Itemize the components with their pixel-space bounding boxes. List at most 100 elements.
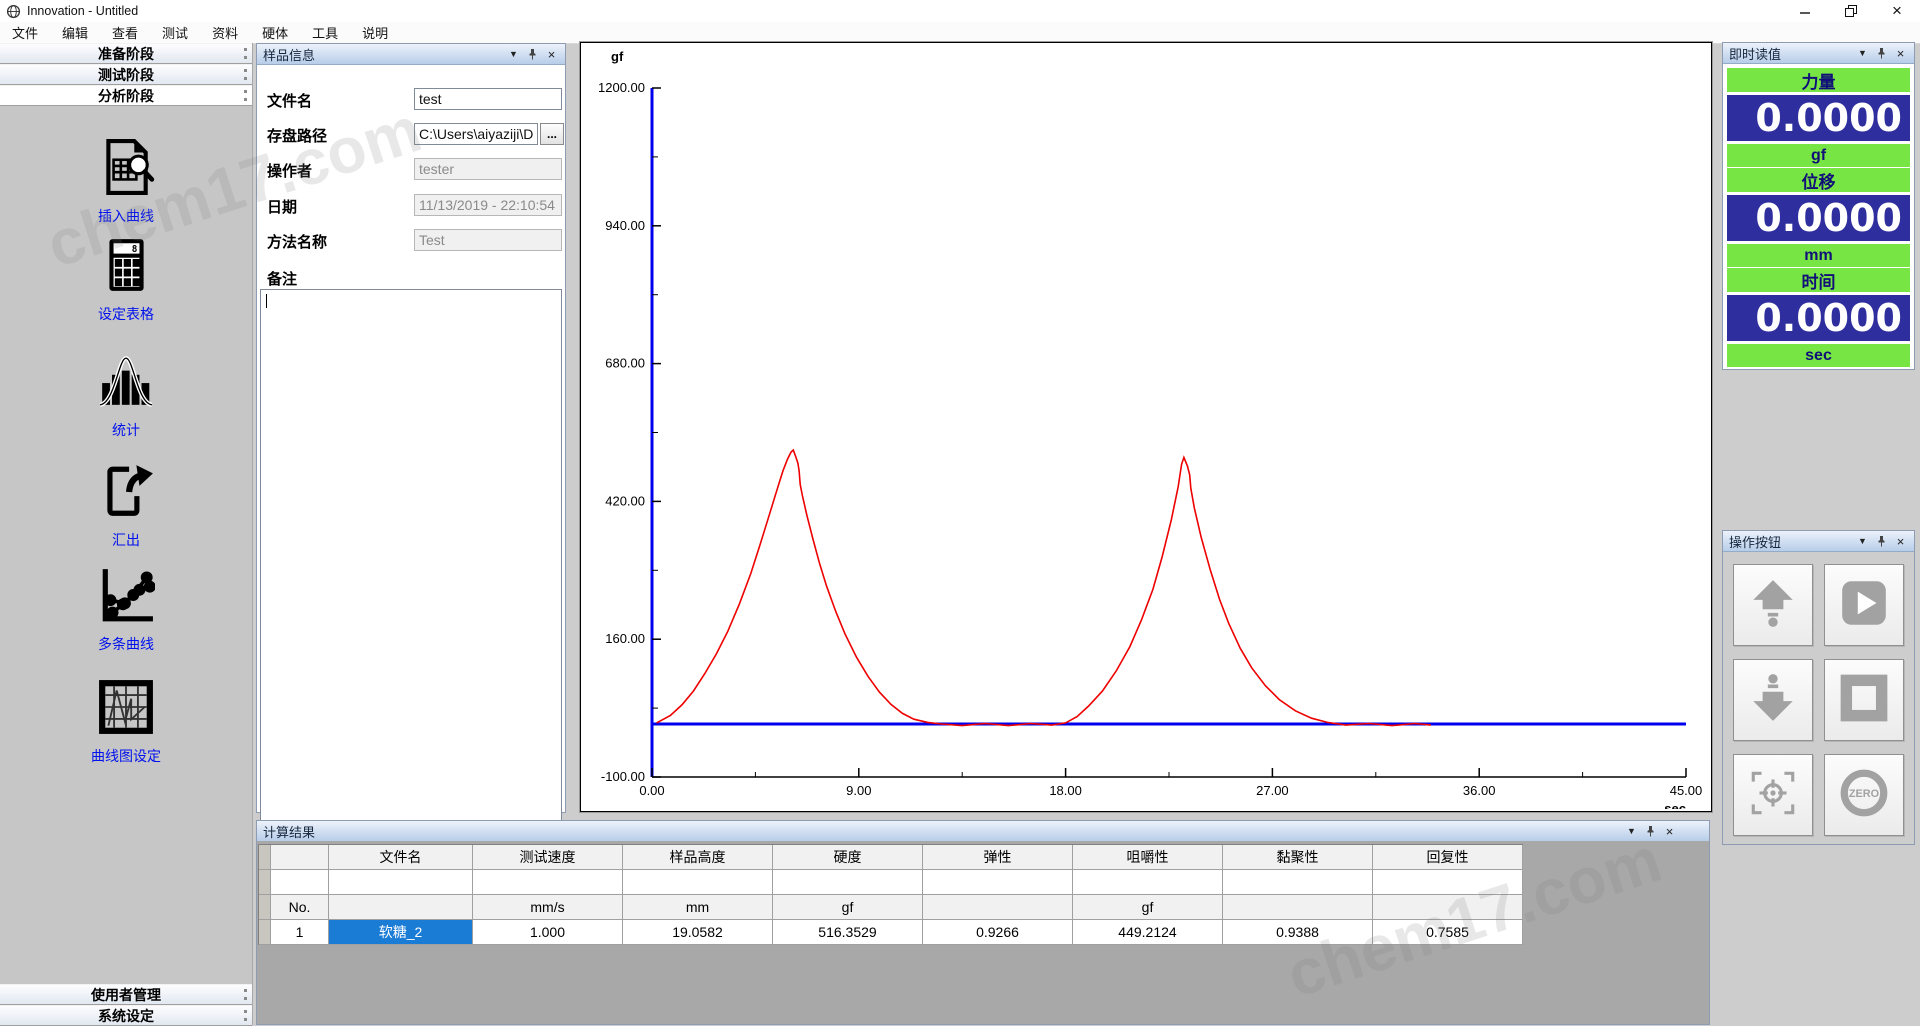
run-button[interactable] [1824, 564, 1904, 646]
stop-button[interactable] [1824, 659, 1904, 741]
chevron-down-icon[interactable]: ▼ [1624, 824, 1639, 839]
sidebar-tool-chart-settings[interactable]: 曲线图设定 [0, 678, 252, 766]
grip-handle [244, 69, 247, 80]
sidebar-tool-multi-curve[interactable]: 多条曲线 [0, 566, 252, 654]
chevron-down-icon[interactable]: ▼ [506, 47, 521, 62]
chevron-down-icon[interactable]: ▼ [1855, 534, 1870, 549]
y-tick-label: 1200.00 [598, 80, 645, 95]
reading-displacement-label: 位移 [1727, 168, 1910, 192]
statistics-icon [97, 352, 155, 410]
sidebar-tool-export[interactable]: 汇出 [0, 462, 252, 550]
close-button[interactable]: × [1874, 0, 1920, 22]
reading-time-unit: sec [1727, 344, 1910, 367]
window-title: Innovation - Untitled [27, 4, 138, 18]
field-date: 11/13/2019 - 22:10:54 [414, 194, 562, 216]
jog-up-button[interactable] [1733, 564, 1813, 646]
sidebar-stage-test[interactable]: 测试阶段 [0, 64, 252, 85]
unit-cell-sample-height: mm [623, 895, 773, 920]
row-indicator [259, 895, 271, 920]
sidebar-stages: 准备阶段测试阶段分析阶段 [0, 43, 252, 106]
column-header-sample-height: 样品高度 [623, 845, 773, 870]
field-filename[interactable]: test [414, 88, 562, 110]
y-tick-label: 420.00 [605, 493, 645, 508]
sidebar-tool-set-table[interactable]: 8设定表格 [0, 236, 252, 324]
data-cell-test-speed[interactable]: 1.000 [473, 920, 623, 945]
origin-button[interactable] [1733, 754, 1813, 836]
close-icon[interactable]: × [1662, 824, 1677, 839]
unit-cell-cohesiveness [1223, 895, 1373, 920]
data-cell-chewiness[interactable]: 449.2124 [1073, 920, 1223, 945]
results-units-row: No.mm/smmgfgf [259, 895, 1523, 920]
app-logo-icon [6, 4, 21, 19]
sidebar: 准备阶段测试阶段分析阶段 插入曲线 8设定表格统计汇出多条曲线曲线图设定 使用者管… [0, 43, 253, 1025]
reading-time-value: 0.0000 [1727, 295, 1910, 341]
grip-handle [244, 989, 247, 1000]
jog-down-button[interactable] [1733, 659, 1813, 741]
data-cell-springiness[interactable]: 0.9266 [923, 920, 1073, 945]
force-time-chart: gf1200.00940.00680.00420.00160.00-100.00… [581, 43, 1709, 809]
sidebar-item-user-management[interactable]: 使用者管理 [0, 984, 252, 1005]
data-cell-cohesiveness[interactable]: 0.9388 [1223, 920, 1373, 945]
sample-info-panel: 样品信息 ▼ × 文件名test存盘路径...C:\Users\aiyaziji… [256, 43, 566, 813]
row-number-cell[interactable]: 1 [271, 920, 329, 945]
results-data-row: 1软糖_21.00019.0582516.35290.9266449.21240… [259, 920, 1523, 945]
menu-item-hardware[interactable]: 硬体 [250, 21, 300, 44]
data-cell-resilience[interactable]: 0.7585 [1373, 920, 1523, 945]
menu-item-tools[interactable]: 工具 [300, 21, 350, 44]
sidebar-stage-prepare[interactable]: 准备阶段 [0, 43, 252, 64]
close-icon[interactable]: × [1893, 46, 1908, 61]
empty-cell [773, 870, 923, 895]
controls-titlebar: 操作按钮 ▼ × [1723, 531, 1914, 552]
reading-force-value: 0.0000 [1727, 95, 1910, 141]
empty-cell [329, 870, 473, 895]
pin-icon[interactable] [1643, 824, 1658, 839]
restore-button[interactable] [1828, 0, 1874, 22]
data-cell-filename[interactable]: 软糖_2 [329, 920, 473, 945]
sample-info-body: 文件名test存盘路径...C:\Users\aiyaziji\D操作者test… [257, 65, 565, 814]
browse-button[interactable]: ... [540, 123, 564, 145]
field-save-path[interactable]: C:\Users\aiyaziji\D [414, 123, 538, 145]
close-icon[interactable]: × [544, 47, 559, 62]
reading-displacement-unit: mm [1727, 244, 1910, 267]
sidebar-stage-analysis[interactable]: 分析阶段 [0, 85, 252, 106]
data-cell-sample-height[interactable]: 19.0582 [623, 920, 773, 945]
empty-cell [623, 870, 773, 895]
empty-cell [271, 870, 329, 895]
pin-icon[interactable] [525, 47, 540, 62]
menu-item-edit[interactable]: 编辑 [50, 21, 100, 44]
sidebar-tool-statistics[interactable]: 统计 [0, 352, 252, 440]
menu-item-help[interactable]: 说明 [350, 21, 400, 44]
chevron-down-icon[interactable]: ▼ [1855, 46, 1870, 61]
menu-item-data[interactable]: 资料 [200, 21, 250, 44]
menu-item-view[interactable]: 查看 [100, 21, 150, 44]
no-column-header [271, 845, 329, 870]
grip-handle [244, 1010, 247, 1021]
field-method-name: Test [414, 229, 562, 251]
zero-button[interactable]: ZERO [1824, 754, 1904, 836]
pin-icon[interactable] [1874, 534, 1889, 549]
minimize-icon [1799, 5, 1811, 17]
x-tick-label: 36.00 [1463, 783, 1496, 798]
unit-cell-resilience [1373, 895, 1523, 920]
row-indicator [259, 870, 271, 895]
notes-textarea[interactable] [260, 289, 562, 829]
sidebar-item-system-settings[interactable]: 系统设定 [0, 1005, 252, 1026]
no-label-cell: No. [271, 895, 329, 920]
sidebar-tool-label: 曲线图设定 [0, 746, 252, 766]
pin-icon[interactable] [1874, 46, 1889, 61]
controls-title: 操作按钮 [1729, 532, 1781, 551]
empty-cell [1373, 870, 1523, 895]
close-icon[interactable]: × [1893, 534, 1908, 549]
unit-cell-hardness: gf [773, 895, 923, 920]
sidebar-tool-insert-curve[interactable]: 插入曲线 [0, 138, 252, 226]
field-label-date: 日期 [267, 196, 297, 217]
field-label-filename: 文件名 [267, 90, 312, 111]
field-label-method-name: 方法名称 [267, 231, 327, 252]
row-indicator[interactable] [259, 920, 271, 945]
menu-item-file[interactable]: 文件 [0, 21, 50, 44]
minimize-button[interactable] [1782, 0, 1828, 22]
data-cell-hardness[interactable]: 516.3529 [773, 920, 923, 945]
menu-item-test[interactable]: 测试 [150, 21, 200, 44]
results-titlebar: 计算结果 ▼ × [257, 821, 1709, 842]
jog-up-icon [1746, 576, 1800, 635]
